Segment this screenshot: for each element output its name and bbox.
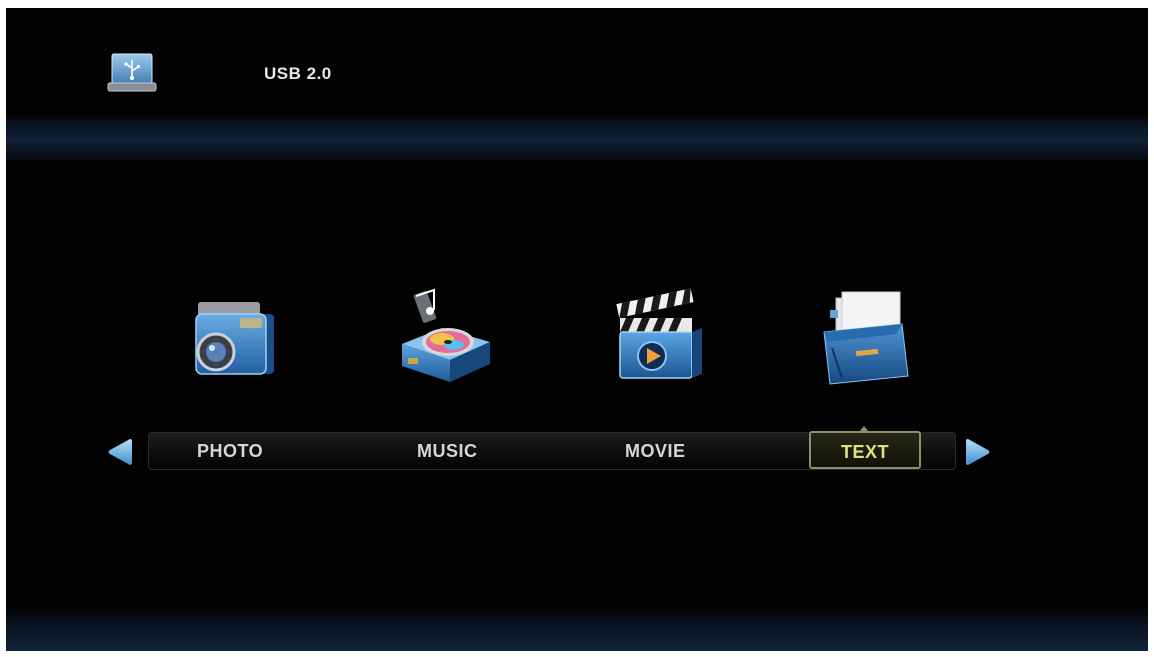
arrow-left-icon[interactable] (102, 435, 136, 469)
usb-drive-icon (107, 53, 157, 92)
menu-item-photo[interactable]: PHOTO (197, 433, 263, 469)
source-label: USB 2.0 (264, 64, 332, 83)
music-disc-icon[interactable] (394, 284, 494, 384)
menu-item-movie[interactable]: MOVIE (625, 433, 686, 469)
tv-screen: USB 2.0 PHOTO MUSIC MOVIE TEXT (6, 8, 1148, 651)
footer-band (6, 608, 1148, 651)
header-band (6, 116, 1148, 160)
clapperboard-icon[interactable] (606, 288, 706, 388)
arrow-right-icon[interactable] (962, 435, 996, 469)
document-folder-icon[interactable] (812, 288, 912, 388)
media-menu-bar: PHOTO MUSIC MOVIE TEXT (148, 431, 956, 470)
menu-item-music[interactable]: MUSIC (417, 433, 478, 469)
menu-item-text-selected[interactable]: TEXT (809, 431, 921, 469)
camera-icon[interactable] (184, 290, 284, 390)
selection-pointer (859, 426, 869, 432)
